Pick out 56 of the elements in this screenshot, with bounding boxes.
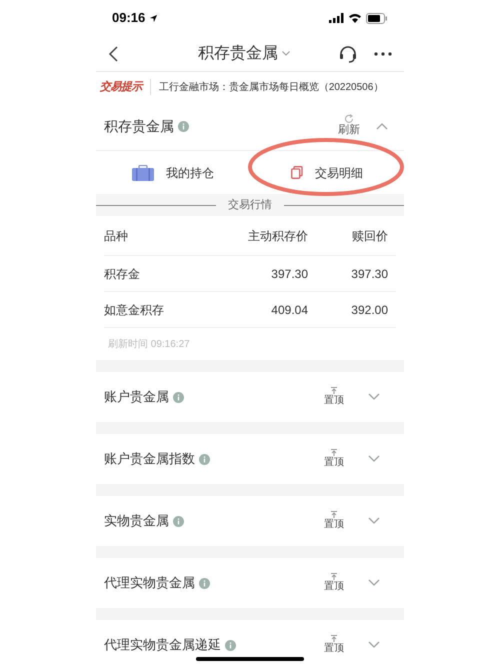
pin-top-icon [330,572,338,581]
notice-tag: 交易提示 [100,78,151,96]
pin-button[interactable]: 置顶 [324,386,344,408]
info-icon [199,578,210,588]
section-title: 代理实物贵金属递延 [104,636,221,654]
info-icon [199,454,210,464]
info-icon [173,516,184,526]
pin-button[interactable]: 置顶 [324,448,344,470]
table-cell-text: 如意金积存 [104,302,165,318]
expand-chevron-icon[interactable] [368,393,380,401]
documents-icon [291,166,303,179]
pin-top-icon [330,510,338,519]
dropdown-chevron-icon[interactable] [282,51,290,56]
column-header: 主动积存价 [247,228,309,244]
table-cell-text: 397.30 [270,266,309,282]
refresh-icon [344,114,354,124]
info-icon [173,392,184,402]
expand-chevron-icon[interactable] [368,579,380,587]
column-header: 赎回价 [351,228,389,244]
status-time: 09:16 [112,9,146,28]
info-icon [225,640,236,650]
section-title: 账户贵金属指数 [104,450,195,468]
more-icon[interactable] [374,52,392,56]
signal-icon [329,13,344,23]
notice-text[interactable]: 工行金融市场：贵金属市场每日概览（20220506） [158,80,384,94]
table-cell-text: 积存金 [104,266,141,282]
table-cell-text: 392.00 [350,302,389,318]
column-header: 品种 [104,228,129,244]
divider-label: 交易行情 [227,198,273,213]
refresh-button[interactable]: 刷新 [338,114,360,138]
wifi-icon [348,13,362,23]
expand-chevron-icon[interactable] [368,517,380,525]
back-icon[interactable] [108,46,118,62]
pin-button[interactable]: 置顶 [324,634,344,656]
page-title: 积存贵金属 [198,44,278,64]
expand-chevron-icon[interactable] [368,455,380,463]
battery-icon [366,12,388,24]
expand-chevron-icon[interactable] [368,641,380,649]
pin-top-icon [330,634,338,643]
pin-button[interactable]: 置顶 [324,510,344,532]
section-tab[interactable]: 我的持仓 [96,151,250,194]
pin-button[interactable]: 置顶 [324,572,344,594]
headset-icon[interactable] [338,44,358,64]
section-title: 代理实物贵金属 [104,574,195,592]
pin-top-icon [330,448,338,457]
briefcase-icon [132,164,154,180]
location-arrow-icon [149,14,158,22]
section-title: 实物贵金属 [104,512,169,530]
section-title: 积存贵金属 [104,116,174,136]
table-cell-text: 397.30 [350,266,389,282]
pin-top-icon [330,386,338,395]
refresh-time: 刷新时间 09:16:27 [107,338,190,352]
collapse-chevron-icon[interactable] [376,122,388,130]
table-cell-text: 409.04 [270,302,309,318]
section-title: 账户贵金属 [104,388,169,406]
info-icon [178,120,189,132]
